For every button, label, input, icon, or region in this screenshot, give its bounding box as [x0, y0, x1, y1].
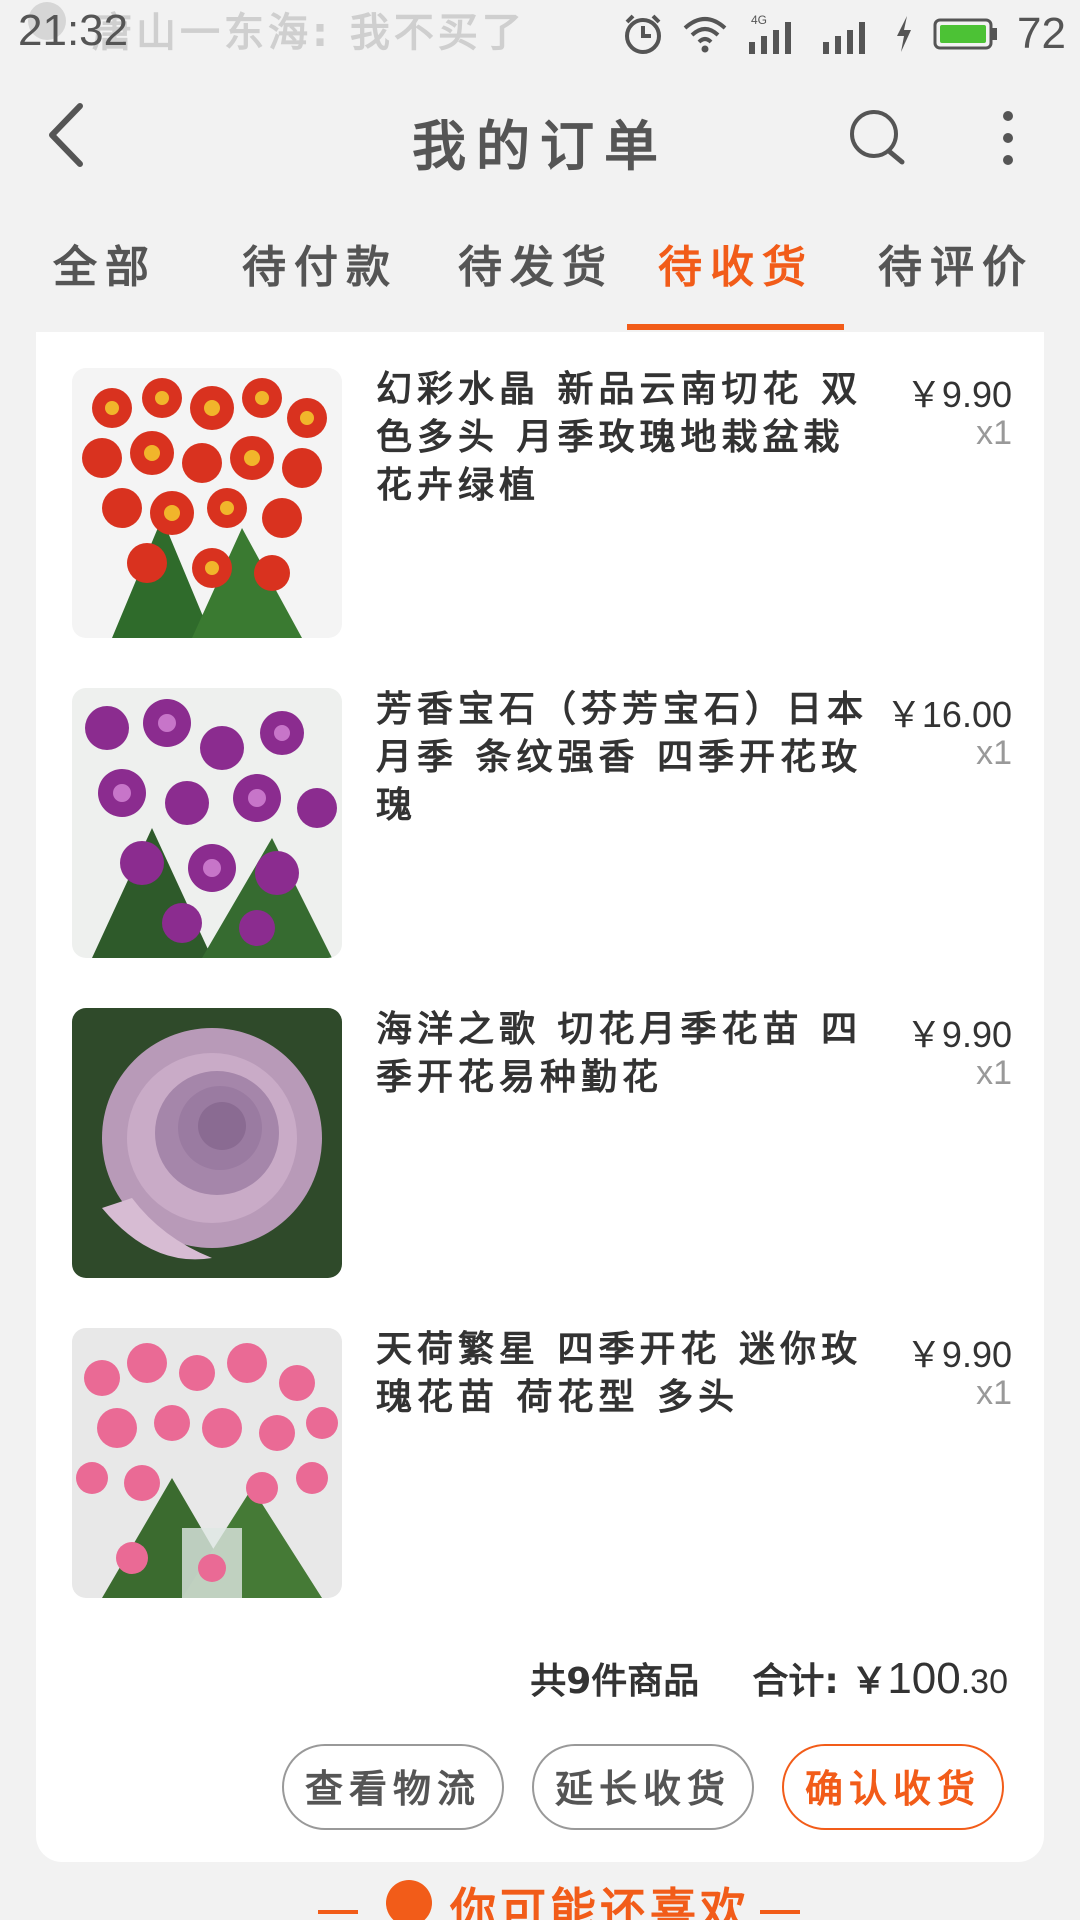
tab-pending-payment[interactable]: 待付款	[220, 228, 420, 328]
product-price: ￥9.90	[905, 1014, 1012, 1055]
product-price: ￥9.90	[905, 374, 1012, 415]
order-card: 幻彩水晶 新品云南切花 双色多头 月季玫瑰地栽盆栽花卉绿植 ￥9.90 x1 芳…	[36, 332, 1044, 1862]
svg-text:4G: 4G	[751, 13, 767, 27]
order-tabs: 全部 待付款 待发货 待收货 待评价	[0, 228, 1080, 330]
heart-icon	[386, 1880, 432, 1920]
order-item[interactable]: 天荷繁星 四季开花 迷你玫瑰花苗 荷花型 多头 ￥9.90 x1	[36, 1292, 1044, 1598]
status-icons: 4G 72	[621, 8, 1066, 60]
product-price: ￥16.00	[885, 694, 1012, 735]
product-title: 幻彩水晶 新品云南切花 双色多头 月季玫瑰地栽盆栽花卉绿植	[376, 369, 863, 506]
total-amount-integer: 100	[887, 1654, 961, 1703]
status-bar: 唐山一东海: 我不买了 21:32 4G 72	[0, 0, 1080, 66]
divider-line	[760, 1910, 800, 1914]
battery-icon	[933, 16, 999, 52]
product-title: 芳香宝石（芬芳宝石）日本月季 条纹强香 四季开花玫瑰	[376, 689, 869, 826]
app-header: 我的订单	[0, 80, 1080, 190]
alarm-icon	[621, 12, 665, 56]
tab-all[interactable]: 全部	[30, 228, 180, 328]
status-time: 21:32	[18, 6, 129, 55]
product-image[interactable]	[72, 1328, 342, 1598]
order-item[interactable]: 幻彩水晶 新品云南切花 双色多头 月季玫瑰地栽盆栽花卉绿植 ￥9.90 x1	[36, 332, 1044, 638]
item-count: 共9件商品	[530, 1661, 700, 1702]
tab-pending-receipt[interactable]: 待收货	[636, 228, 836, 328]
more-vertical-icon	[1003, 111, 1013, 165]
view-logistics-button[interactable]: 查看物流	[282, 1744, 504, 1830]
recommend-title: 你可能还喜欢	[450, 1883, 750, 1920]
battery-level: 72	[1017, 9, 1066, 58]
active-tab-indicator	[627, 324, 844, 330]
order-item[interactable]: 芳香宝石（芬芳宝石）日本月季 条纹强香 四季开花玫瑰 ￥16.00 x1	[36, 652, 1044, 958]
charging-icon	[893, 14, 915, 54]
status-notification: 唐山一东海: 我不买了	[92, 10, 526, 56]
product-quantity: x1	[976, 1054, 1012, 1092]
extend-receipt-button[interactable]: 延长收货	[532, 1744, 754, 1830]
tab-pending-review[interactable]: 待评价	[856, 228, 1056, 328]
product-price: ￥9.90	[905, 1334, 1012, 1375]
product-image[interactable]	[72, 368, 342, 638]
product-quantity: x1	[976, 414, 1012, 452]
total-amount-decimal: .30	[960, 1663, 1008, 1701]
tab-pending-shipment[interactable]: 待发货	[436, 228, 636, 328]
product-image[interactable]	[72, 688, 342, 958]
page-title: 我的订单	[412, 115, 668, 178]
product-quantity: x1	[976, 734, 1012, 772]
signal-4g-icon: 4G	[745, 12, 801, 56]
product-quantity: x1	[976, 1374, 1012, 1412]
signal-icon	[819, 12, 875, 56]
product-title: 天荷繁星 四季开花 迷你玫瑰花苗 荷花型 多头	[376, 1329, 863, 1418]
product-title: 海洋之歌 切花月季花苗 四季开花易种勤花	[376, 1009, 863, 1098]
search-button[interactable]	[848, 108, 908, 168]
wifi-icon	[683, 14, 727, 54]
total-label: 合计:	[752, 1661, 839, 1702]
more-button[interactable]	[990, 108, 1026, 168]
order-item[interactable]: 海洋之歌 切花月季花苗 四季开花易种勤花 ￥9.90 x1	[36, 972, 1044, 1278]
confirm-receipt-button[interactable]: 确认收货	[782, 1744, 1004, 1830]
product-image[interactable]	[72, 1008, 342, 1278]
divider-line	[318, 1910, 358, 1914]
currency-symbol: ￥	[851, 1661, 888, 1702]
search-icon	[850, 110, 905, 165]
order-summary: 共9件商品 合计: ￥100.30	[530, 1652, 1008, 1704]
recommend-header: 你可能还喜欢	[0, 1872, 1080, 1920]
